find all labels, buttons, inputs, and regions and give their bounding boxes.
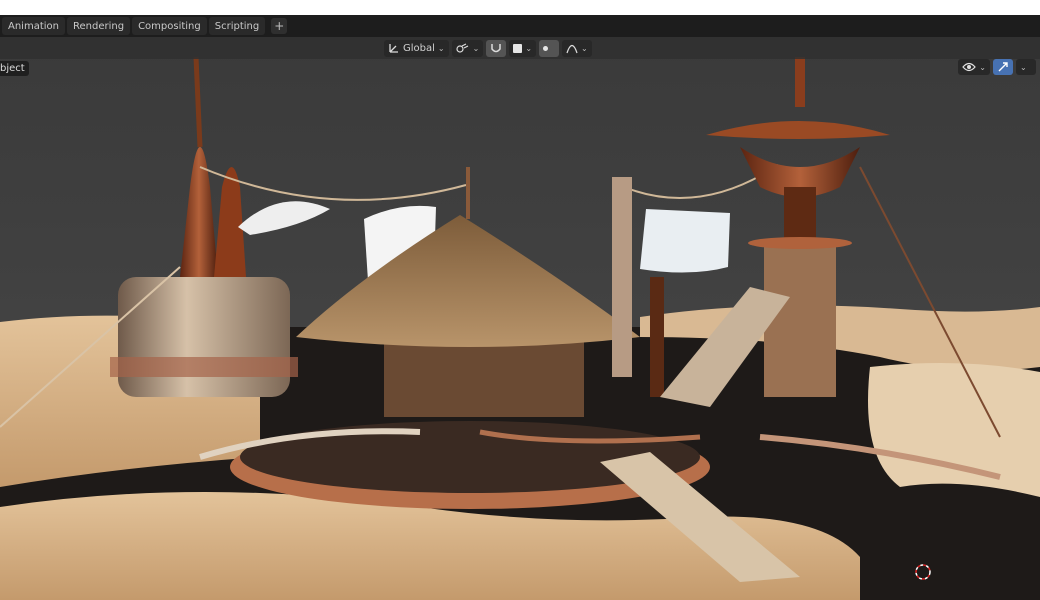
proportional-edit-toggle[interactable] [539, 39, 560, 57]
chevron-down-icon: ⌄ [525, 43, 533, 53]
chevron-down-icon: ⌄ [581, 43, 588, 53]
transform-orientation-dropdown[interactable]: Global ⌄ [384, 39, 449, 57]
pivot-point-dropdown[interactable]: ⌄ [451, 39, 484, 57]
flag-3 [640, 209, 730, 273]
tank-pipe-ring [110, 357, 298, 377]
gizmo-toggle[interactable] [993, 59, 1013, 75]
tab-animation[interactable]: Animation [2, 17, 65, 35]
magnet-icon [491, 44, 502, 53]
interaction-mode-label[interactable]: bject [0, 61, 29, 76]
water-tank [118, 277, 290, 397]
rendered-scene [0, 37, 1040, 600]
chevron-down-icon: ⌄ [1020, 62, 1027, 72]
mode-text: bject [0, 63, 25, 74]
transform-tools: Global ⌄ ⌄ ⌄ ⌄ [384, 39, 592, 57]
chevron-down-icon: ⌄ [979, 62, 986, 72]
add-workspace-button[interactable]: + [271, 18, 288, 34]
tab-scripting[interactable]: Scripting [208, 17, 266, 35]
middle-pillar [612, 177, 632, 377]
tower-collar [748, 237, 852, 249]
tab-rendering[interactable]: Rendering [66, 17, 131, 35]
chevron-down-icon: ⌄ [437, 43, 445, 53]
gizmo-icon [998, 62, 1008, 72]
visibility-dropdown[interactable]: ⌄ [958, 59, 990, 75]
square-icon [513, 43, 523, 53]
viewport-overlay-tools: ⌄ ⌄ [958, 59, 1036, 75]
middle-post [650, 277, 664, 397]
hut-wall [384, 337, 584, 417]
snap-toggle[interactable] [486, 39, 507, 57]
viewport-header: Global ⌄ ⌄ ⌄ ⌄ [0, 37, 1040, 59]
3d-viewport[interactable]: Global ⌄ ⌄ ⌄ ⌄ bject ⌄ ⌄ [0, 37, 1040, 600]
chevron-down-icon: ⌄ [472, 43, 480, 53]
falloff-dropdown[interactable]: ⌄ [562, 39, 592, 57]
falloff-icon [566, 44, 578, 54]
dot-icon [543, 45, 549, 51]
3d-cursor-icon[interactable] [914, 563, 932, 581]
orientation-icon [389, 44, 398, 53]
tower-base [764, 247, 836, 397]
link-icon [456, 43, 468, 53]
sand-dune-right [868, 363, 1040, 497]
tab-compositing[interactable]: Compositing [132, 17, 207, 35]
eye-icon [962, 62, 977, 72]
snap-target-dropdown[interactable]: ⌄ [509, 39, 537, 57]
tower-tip [795, 57, 805, 107]
gizmo-options-dropdown[interactable]: ⌄ [1016, 59, 1036, 75]
orientation-label: Global [403, 42, 435, 54]
workspace-tab-bar: Animation Rendering Compositing Scriptin… [0, 15, 1040, 37]
